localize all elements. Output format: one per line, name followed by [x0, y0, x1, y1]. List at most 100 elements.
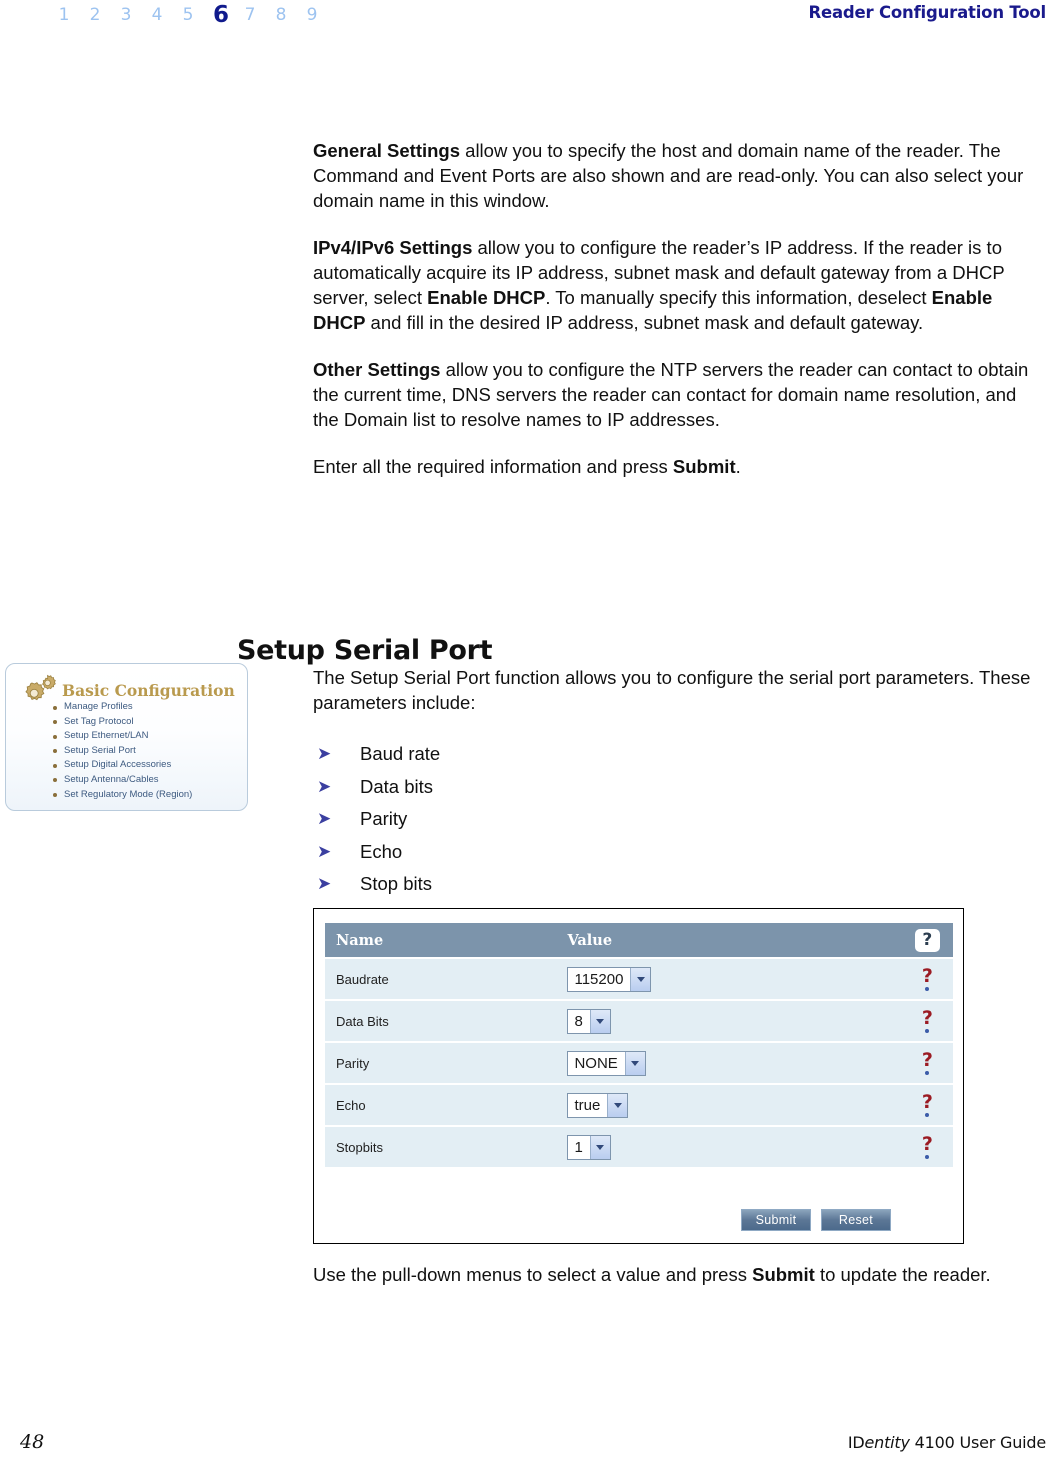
basic-configuration-panel: Basic Configuration Manage Profiles Set T…	[5, 663, 248, 811]
cell-setting-name: Baudrate	[325, 959, 557, 999]
dropdown-selected-value: NONE	[574, 1054, 618, 1072]
dropdown-stopbits[interactable]: 1	[567, 1134, 611, 1160]
config-link-3[interactable]: Setup Serial Port	[53, 744, 192, 759]
header-title: Reader Configuration Tool	[808, 3, 1046, 22]
cell-help[interactable]: ?	[901, 1085, 953, 1125]
column-header-name: Name	[325, 923, 557, 957]
dropdown-echo[interactable]: true	[567, 1092, 629, 1118]
config-link-2[interactable]: Setup Ethernet/LAN	[53, 729, 192, 744]
chevron-down-icon[interactable]	[630, 967, 651, 991]
table-row: Stopbits 1?	[325, 1127, 953, 1167]
cell-setting-value: true	[556, 1085, 902, 1125]
chapter-number-5: 5	[182, 5, 194, 25]
question-mark-icon[interactable]: ?	[902, 1049, 953, 1075]
cell-setting-value: NONE	[556, 1043, 902, 1083]
paragraph-closing: Use the pull-down menus to select a valu…	[313, 1264, 991, 1285]
config-link-0[interactable]: Manage Profiles	[53, 700, 192, 715]
parameter-label: Echo	[360, 840, 403, 862]
chapter-number-7: 7	[244, 5, 256, 25]
question-mark-icon[interactable]: ?	[902, 1007, 953, 1033]
dropdown-selected-value: 115200	[574, 970, 624, 988]
chapter-number-strip: 123456789	[58, 2, 318, 28]
dropdown-baudrate[interactable]: 115200	[567, 966, 652, 992]
guide-title-prefix: ID	[847, 1433, 865, 1452]
config-link-5[interactable]: Setup Antenna/Cables	[53, 773, 192, 788]
paragraph-submit-instruction: Enter all the required information and p…	[313, 456, 741, 477]
chevron-glyph	[613, 1102, 622, 1108]
question-mark-dot	[925, 987, 930, 991]
arrow-bullet-icon: ➤	[317, 841, 332, 862]
table-row: Data Bits 8?	[325, 1001, 953, 1041]
cell-setting-name: Echo	[325, 1085, 557, 1125]
chevron-down-icon[interactable]	[607, 1093, 628, 1117]
help-icon[interactable]: ?	[914, 928, 940, 952]
reset-button[interactable]: Reset	[821, 1209, 891, 1231]
parameter-label: Parity	[360, 808, 408, 829]
cell-help[interactable]: ?	[901, 959, 953, 999]
question-mark-dot	[925, 1113, 930, 1117]
chevron-down-icon[interactable]	[624, 1051, 645, 1075]
cell-help[interactable]: ?	[901, 1001, 953, 1041]
parameter-item-2: ➤ Parity	[313, 803, 440, 836]
chapter-number-2: 2	[89, 5, 101, 25]
parameter-item-3: ➤ Echo	[313, 836, 440, 869]
chevron-down-icon[interactable]	[589, 1009, 610, 1033]
table-row: Baudrate 115200?	[325, 959, 953, 999]
question-mark-icon[interactable]: ?	[902, 1133, 953, 1159]
section-heading-setup-serial-port: Setup Serial Port	[237, 635, 493, 667]
parameter-label: Data bits	[360, 775, 434, 797]
chapter-number-3: 3	[120, 5, 132, 25]
parameter-item-4: ➤ Stop bits	[313, 868, 440, 901]
page-footer: 48 IDentity 4100 User Guide	[0, 1427, 1048, 1457]
question-mark-icon[interactable]: ?	[902, 1091, 953, 1117]
chapter-number-1: 1	[58, 5, 70, 25]
guide-title-italic: entity	[864, 1433, 910, 1452]
page-number: 48	[20, 1431, 45, 1453]
table-header: Name Value ?	[325, 923, 953, 957]
guide-title-suffix: 4100 User Guide	[909, 1433, 1047, 1452]
paragraph-other-settings: Other Settings allow you to configure th…	[313, 359, 1029, 430]
question-mark-dot	[925, 1029, 930, 1033]
cell-setting-value: 8	[556, 1001, 902, 1041]
config-link-4[interactable]: Setup Digital Accessories	[53, 758, 192, 773]
chevron-glyph	[636, 976, 645, 982]
arrow-bullet-icon: ➤	[317, 874, 332, 894]
figure-button-row: Submit Reset	[741, 1209, 891, 1231]
parameter-label: Stop bits	[360, 873, 432, 894]
dropdown-parity[interactable]: NONE	[567, 1050, 646, 1076]
chevron-glyph	[631, 1060, 640, 1066]
cell-help[interactable]: ?	[901, 1043, 953, 1083]
chapter-number-8: 8	[275, 5, 287, 25]
cell-setting-name: Parity	[325, 1043, 557, 1083]
chevron-down-icon[interactable]	[589, 1135, 610, 1159]
cell-setting-name: Data Bits	[325, 1001, 557, 1041]
cell-help[interactable]: ?	[901, 1127, 953, 1167]
serial-settings-table: Name Value ? Baudrate 115200? Data Bits 8? P…	[325, 921, 953, 1169]
arrow-bullet-icon: ➤	[317, 776, 332, 797]
config-link-1[interactable]: Set Tag Protocol	[53, 715, 192, 730]
paragraph-general-settings: General Settings allow you to specify th…	[313, 140, 1024, 211]
arrow-bullet-icon: ➤	[317, 809, 332, 829]
submit-button[interactable]: Submit	[741, 1209, 811, 1231]
serial-parameter-list: ➤ Baud rate ➤ Data bits ➤ Parity ➤ Echo ➤ Stop bi…	[313, 738, 440, 901]
chapter-number-6: 6	[213, 2, 230, 28]
column-header-value: Value	[556, 923, 902, 957]
chapter-number-9: 9	[306, 5, 318, 25]
body-text-column: General Settings allow you to specify th…	[313, 138, 1035, 501]
chapter-number-4: 4	[151, 5, 163, 25]
section-intro-block: The Setup Serial Port function allows yo…	[313, 665, 1035, 737]
chevron-glyph	[596, 1018, 605, 1024]
setup-serial-port-screenshot: Name Value ? Baudrate 115200? Data Bits 8? P…	[313, 908, 964, 1244]
table-row: Echo true?	[325, 1085, 953, 1125]
closing-text-block: Use the pull-down menus to select a valu…	[313, 1262, 1035, 1309]
parameter-item-1: ➤ Data bits	[313, 771, 440, 804]
chevron-glyph	[596, 1144, 605, 1150]
dropdown-selected-value: 1	[574, 1138, 583, 1156]
config-link-6[interactable]: Set Regulatory Mode (Region)	[53, 788, 192, 803]
dropdown-data-bits[interactable]: 8	[567, 1008, 611, 1034]
running-header: 123456789 Reader Configuration Tool	[0, 0, 1048, 34]
table-row: Parity NONE?	[325, 1043, 953, 1083]
column-header-help: ?	[901, 923, 953, 957]
dropdown-selected-value: true	[574, 1096, 601, 1114]
question-mark-icon[interactable]: ?	[902, 965, 953, 991]
